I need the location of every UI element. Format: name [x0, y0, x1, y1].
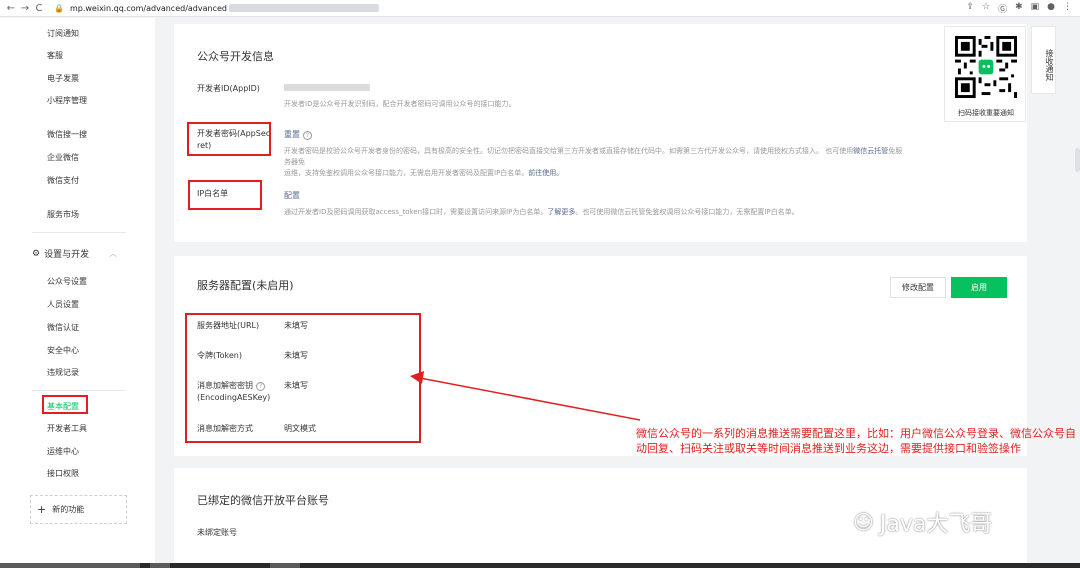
- ip-whitelist-description: 通过开发者ID及密码调用获取access_token接口时，需要设置访问来源IP…: [284, 208, 799, 216]
- browser-extension-icons: ⇪ ☆ Ⓖ ✱ ▣ ● ⋮: [966, 2, 1072, 15]
- qr-code-image: [955, 36, 1017, 98]
- watermark-text: Java大飞哥: [879, 512, 993, 537]
- browser-toolbar: ← → C 🔒 mp.weixin.qq.com/advanced/advanc…: [0, 0, 1080, 17]
- appid-description: 开发者ID是公众号开发识别码，配合开发者密码可调用公众号的接口能力。: [284, 100, 516, 108]
- dev-info-title: 公众号开发信息: [197, 50, 274, 63]
- enable-button[interactable]: 启用: [951, 277, 1007, 298]
- url-redacted: [229, 4, 379, 12]
- ip-whitelist-config-link[interactable]: 配置: [284, 190, 300, 201]
- go-use-link[interactable]: 前往使用。: [528, 169, 563, 177]
- sidebar-item-account-settings[interactable]: 公众号设置: [47, 276, 87, 287]
- server-config-highlight-box: [185, 313, 421, 443]
- appid-label: 开发者ID(AppID): [197, 84, 260, 93]
- appsecret-highlight-box: [187, 122, 271, 156]
- bound-title: 已绑定的微信开放平台账号: [197, 494, 329, 507]
- ip-whitelist-highlight-box: [188, 180, 262, 210]
- sidebar-item-wechat-search[interactable]: 微信搜一搜: [47, 129, 87, 140]
- new-feature-button[interactable]: + 新的功能: [30, 495, 127, 524]
- server-config-title: 服务器配置(未启用): [197, 279, 294, 292]
- bookmark-star-icon[interactable]: ☆: [982, 2, 990, 15]
- learn-more-link[interactable]: 了解更多: [547, 208, 575, 216]
- plus-icon: +: [37, 503, 47, 516]
- appid-value-redacted: [284, 83, 370, 94]
- bound-value: 未绑定账号: [197, 528, 237, 537]
- profile-avatar-icon[interactable]: ●: [1047, 2, 1055, 15]
- scroll-handle[interactable]: [1075, 148, 1080, 172]
- menu-icon[interactable]: ⋮: [1063, 2, 1072, 15]
- sidebar-item-member-settings[interactable]: 人员设置: [47, 299, 79, 310]
- qr-code-panel: 扫码接收重要通知: [944, 26, 1026, 122]
- sidebar-item-security[interactable]: 安全中心: [47, 345, 79, 356]
- sidebar-item-violations[interactable]: 违规记录: [47, 367, 79, 378]
- appsecret-actions: 重置?: [284, 129, 312, 140]
- watermark: ☺ Java大飞哥: [853, 506, 992, 538]
- sidebar-item-wechat-pay[interactable]: 微信支付: [47, 175, 79, 186]
- sidebar-divider: [32, 390, 126, 391]
- sidebar-item-dev-tools[interactable]: 开发者工具: [47, 423, 87, 434]
- sidebar-item-subscribe-notice[interactable]: 订阅通知: [47, 28, 79, 39]
- modify-config-button[interactable]: 修改配置: [890, 277, 946, 298]
- annotation-text: 微信公众号的一系列的消息推送需要配置这里，比如：用户微信公众号登录、微信公众号自…: [636, 427, 1076, 455]
- sidebar-item-wecom[interactable]: 企业微信: [47, 152, 79, 163]
- reset-secret-link[interactable]: 重置: [284, 130, 300, 139]
- taskbar: [0, 563, 1080, 568]
- sidebar-item-api-permissions[interactable]: 接口权限: [47, 468, 79, 479]
- notify-tab[interactable]: 接收通知: [1031, 26, 1056, 94]
- sidebar-item-verification[interactable]: 微信认证: [47, 322, 79, 333]
- qr-caption: 扫码接收重要通知: [958, 109, 1014, 117]
- share-icon[interactable]: ⇪: [966, 2, 974, 15]
- sidebar-item-e-invoice[interactable]: 电子发票: [47, 73, 79, 84]
- lock-icon: 🔒: [54, 3, 64, 13]
- new-feature-label: 新的功能: [52, 505, 85, 514]
- dev-info-card: 公众号开发信息 开发者ID(AppID) 开发者ID是公众号开发识别码，配合开发…: [174, 24, 1027, 242]
- sidebar-item-miniprogram[interactable]: 小程序管理: [47, 95, 87, 106]
- address-bar[interactable]: mp.weixin.qq.com/advanced/advanced: [70, 4, 227, 13]
- sidebar-section-label: 设置与开发: [44, 250, 90, 260]
- back-button[interactable]: ←: [4, 3, 18, 14]
- puzzle-icon[interactable]: ✱: [1015, 2, 1023, 15]
- active-item-highlight-box: [42, 395, 88, 414]
- sidebar-divider: [32, 232, 126, 233]
- wechat-watermark-icon: ☺: [853, 510, 874, 534]
- cloud-hosting-link[interactable]: 微信云托管: [853, 147, 888, 155]
- extension-icon[interactable]: Ⓖ: [998, 2, 1007, 15]
- sidepanel-icon[interactable]: ▣: [1031, 2, 1040, 15]
- reload-button[interactable]: C: [32, 3, 46, 14]
- gear-icon: ⚙: [32, 248, 41, 259]
- chevron-up-icon: ︿: [109, 249, 118, 258]
- sidebar: 订阅通知 客服 电子发票 小程序管理 微信搜一搜 企业微信 微信支付 服务市场 …: [0, 18, 155, 563]
- sidebar-section-settings-dev[interactable]: ⚙ 设置与开发 ︿: [32, 247, 118, 261]
- sidebar-item-customer-service[interactable]: 客服: [47, 50, 63, 61]
- sidebar-item-ops-center[interactable]: 运维中心: [47, 446, 79, 457]
- appsecret-description: 开发者密码是校验公众号开发者身份的密码，具有极高的安全性。切记勿把密码直接交给第…: [284, 147, 903, 177]
- help-icon[interactable]: ?: [303, 131, 312, 140]
- sidebar-item-market[interactable]: 服务市场: [47, 209, 79, 220]
- forward-button[interactable]: →: [18, 3, 32, 14]
